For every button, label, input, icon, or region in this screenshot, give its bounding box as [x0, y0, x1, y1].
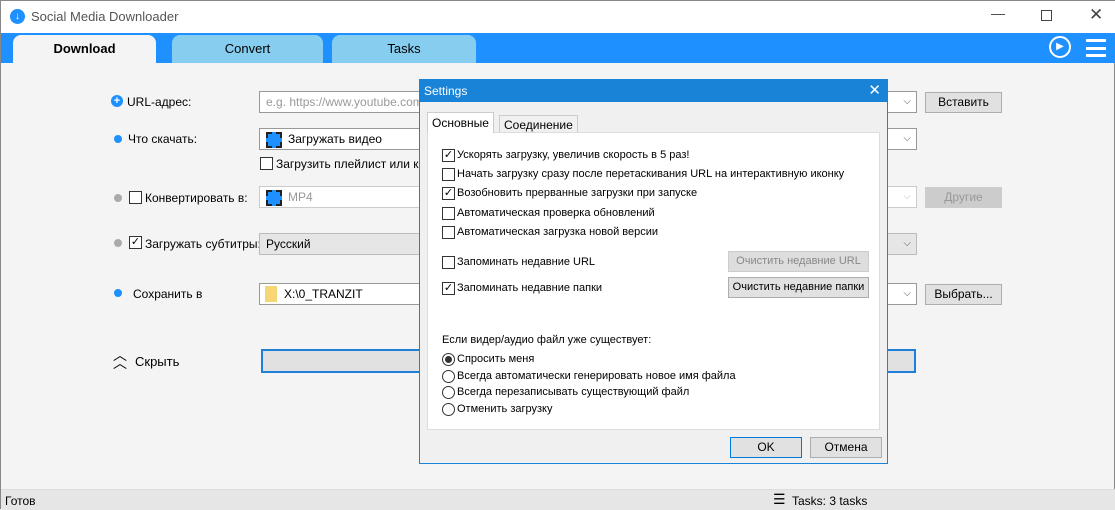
radio-cancel[interactable]	[442, 403, 455, 416]
radio-label: Всегда перезаписывать существующий файл	[457, 386, 690, 398]
tasks-list-icon[interactable]: ☰	[773, 491, 786, 508]
playlist-checkbox[interactable]	[260, 157, 273, 170]
tasks-status[interactable]: Tasks: 3 tasks	[792, 494, 867, 508]
tab-basic[interactable]: Основные	[427, 112, 494, 133]
dialog-title: Settings	[424, 84, 468, 98]
minimize-button[interactable]: —	[991, 5, 1011, 21]
status-bar: Готов ☰ Tasks: 3 tasks	[1, 489, 1115, 510]
play-icon[interactable]: ▶	[1049, 36, 1071, 58]
ok-button[interactable]: OK	[730, 437, 802, 458]
convert-value: MP4	[288, 190, 313, 204]
status-dot	[114, 135, 122, 143]
settings-panel: ✓ Ускорять загрузку, увеличив скорость в …	[427, 132, 880, 430]
radio-ask[interactable]	[442, 353, 455, 366]
option-label: Начать загрузку сразу после перетаскиван…	[457, 168, 845, 180]
radio-rename[interactable]	[442, 370, 455, 383]
close-button[interactable]: ✕	[1089, 5, 1103, 25]
radio-label: Спросить меня	[457, 353, 535, 365]
browse-button[interactable]: Выбрать...	[925, 284, 1002, 305]
tab-connection[interactable]: Соединение	[499, 115, 578, 133]
option-label: Запоминать недавние папки	[457, 282, 603, 294]
option-label: Автоматическая проверка обновлений	[457, 207, 655, 219]
option-checkbox[interactable]: ✓	[442, 282, 455, 295]
dialog-title-bar: Settings ✕	[420, 80, 887, 102]
collapse-icon[interactable]: ︿ ︿	[113, 348, 127, 370]
status-dot	[114, 289, 122, 297]
chevron-down-icon: ⌵	[903, 133, 911, 144]
status-dot	[114, 239, 122, 247]
option-checkbox[interactable]	[442, 168, 455, 181]
film-icon	[266, 189, 282, 206]
what-label: Что скачать:	[128, 132, 198, 146]
cancel-button[interactable]: Отмена	[810, 437, 882, 458]
option-label: Запоминать недавние URL	[457, 256, 596, 268]
status-dot	[114, 194, 122, 202]
radio-overwrite[interactable]	[442, 386, 455, 399]
tab-convert[interactable]: Convert	[172, 35, 323, 63]
url-placeholder: e.g. https://www.youtube.com/	[266, 95, 427, 109]
menu-icon[interactable]	[1086, 39, 1106, 57]
chevron-down-icon: ⌵	[903, 288, 911, 299]
add-url-icon[interactable]: +	[111, 95, 123, 107]
subtitles-checkbox[interactable]: ✓	[129, 236, 142, 249]
chevron-down-icon: ⌵	[903, 238, 911, 249]
other-button[interactable]: Другие	[925, 187, 1002, 208]
tab-bar: ▶	[1, 33, 1115, 63]
option-label: Автоматическая загрузка новой версии	[457, 226, 659, 238]
status-text: Готов	[5, 494, 36, 508]
folder-icon	[265, 286, 277, 302]
option-checkbox[interactable]: ✓	[442, 187, 455, 200]
option-label: Ускорять загрузку, увеличив скорость в 5…	[457, 149, 690, 161]
chevron-down-icon: ⌵	[903, 191, 911, 202]
close-icon[interactable]: ✕	[868, 80, 881, 102]
convert-checkbox[interactable]	[129, 191, 142, 204]
maximize-button[interactable]	[1041, 10, 1052, 21]
save-label: Сохранить в	[133, 287, 203, 301]
option-checkbox[interactable]	[442, 207, 455, 220]
option-checkbox[interactable]	[442, 256, 455, 269]
clear-folders-button[interactable]: Очистить недавние папки	[728, 277, 869, 298]
tab-download[interactable]: Download	[13, 35, 156, 63]
radio-label: Всегда автоматически генерировать новое …	[457, 370, 736, 382]
chevron-down-icon[interactable]: ⌵	[903, 92, 911, 112]
what-value: Загружать видео	[288, 132, 382, 146]
subtitles-value: Русский	[266, 237, 311, 251]
paste-button[interactable]: Вставить	[925, 92, 1002, 113]
exists-label: Если видер/аудио файл уже существует:	[442, 334, 652, 346]
subtitles-label: Загружать субтитры:	[145, 237, 261, 251]
option-checkbox[interactable]	[442, 226, 455, 239]
window-title: Social Media Downloader	[31, 9, 179, 24]
film-icon	[266, 131, 282, 148]
clear-urls-button[interactable]: Очистить недавние URL	[728, 251, 869, 272]
convert-label: Конвертировать в:	[145, 191, 248, 205]
settings-dialog: Settings ✕ Основные Соединение ✓ Ускорять …	[419, 79, 888, 464]
url-label: URL-адрес:	[127, 95, 192, 109]
title-bar: ↓ Social Media Downloader — ✕	[1, 1, 1115, 33]
app-logo-icon: ↓	[10, 9, 25, 24]
hide-button[interactable]: Скрыть	[135, 354, 179, 369]
tab-tasks[interactable]: Tasks	[332, 35, 476, 63]
option-label: Возобновить прерванные загрузки при запу…	[457, 187, 698, 199]
save-value: X:\0_TRANZIT	[284, 287, 363, 301]
radio-label: Отменить загрузку	[457, 403, 553, 415]
option-checkbox[interactable]: ✓	[442, 149, 455, 162]
playlist-label: Загрузить плейлист или кан	[276, 157, 433, 171]
